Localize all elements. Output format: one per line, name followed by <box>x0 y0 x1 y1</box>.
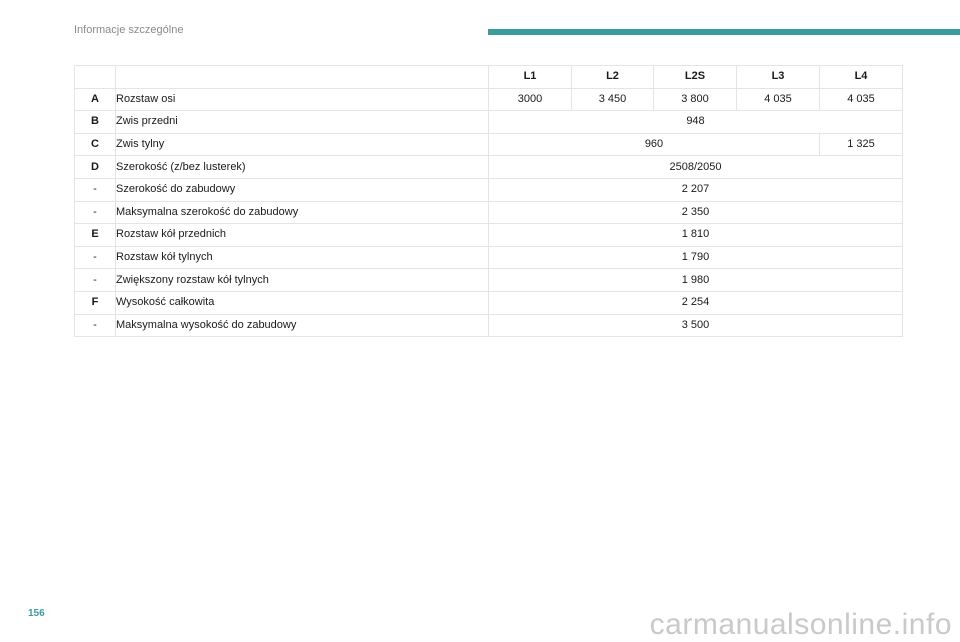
row-value: 948 <box>488 110 903 134</box>
table-row: - Maksymalna wysokość do zabudowy 3 500 <box>74 313 903 338</box>
row-value: 3 500 <box>488 313 903 338</box>
table-row: B Zwis przedni 948 <box>74 110 903 134</box>
row-label: Szerokość do zabudowy <box>115 177 489 202</box>
row-value: 4 035 <box>819 87 903 112</box>
row-label: Zwis przedni <box>115 110 489 134</box>
table-row: D Szerokość (z/bez lusterek) 2508/2050 <box>74 155 903 179</box>
table-row: - Rozstaw kół tylnych 1 790 <box>74 245 903 270</box>
row-label: Zwiększony rozstaw kół tylnych <box>115 268 489 292</box>
row-value: 1 810 <box>488 223 903 247</box>
row-value: 3 800 <box>653 87 737 112</box>
row-value: 960 <box>488 132 820 157</box>
column-header-l2: L2 <box>571 65 654 89</box>
row-code: A <box>74 87 116 112</box>
row-code: - <box>74 200 116 225</box>
row-code: B <box>74 110 116 134</box>
row-code: D <box>74 155 116 179</box>
row-label: Rozstaw kół tylnych <box>115 245 489 270</box>
table-header-row: L1 L2 L2S L3 L4 <box>74 65 903 89</box>
row-value: 4 035 <box>736 87 820 112</box>
row-label: Rozstaw kół przednich <box>115 223 489 247</box>
header-empty-code <box>74 65 116 89</box>
table-row: E Rozstaw kół przednich 1 810 <box>74 223 903 247</box>
row-value: 1 790 <box>488 245 903 270</box>
row-label: Zwis tylny <box>115 132 489 157</box>
row-code: E <box>74 223 116 247</box>
table-row: F Wysokość całkowita 2 254 <box>74 290 903 315</box>
row-label: Rozstaw osi <box>115 87 489 112</box>
section-title: Informacje szczególne <box>74 24 184 36</box>
table-row: C Zwis tylny 960 1 325 <box>74 132 903 157</box>
table-row: - Szerokość do zabudowy 2 207 <box>74 177 903 202</box>
column-header-l4: L4 <box>819 65 903 89</box>
column-header-l1: L1 <box>488 65 572 89</box>
row-value: 2508/2050 <box>488 155 903 179</box>
table-row: A Rozstaw osi 3000 3 450 3 800 4 035 4 0… <box>74 87 903 112</box>
row-code: - <box>74 313 116 338</box>
row-code: F <box>74 290 116 315</box>
column-header-l2s: L2S <box>653 65 737 89</box>
row-value: 2 207 <box>488 177 903 202</box>
row-value: 3 450 <box>571 87 654 112</box>
row-value: 1 325 <box>819 132 903 157</box>
row-label: Maksymalna szerokość do zabudowy <box>115 200 489 225</box>
header-empty-label <box>115 65 489 89</box>
table-row: - Zwiększony rozstaw kół tylnych 1 980 <box>74 268 903 292</box>
dimensions-table: L1 L2 L2S L3 L4 A Rozstaw osi 3000 3 450… <box>74 65 903 338</box>
accent-bar <box>488 29 960 35</box>
row-value: 2 350 <box>488 200 903 225</box>
watermark: carmanualsonline.info <box>649 608 952 641</box>
row-label: Wysokość całkowita <box>115 290 489 315</box>
row-value: 3000 <box>488 87 572 112</box>
row-code: - <box>74 245 116 270</box>
row-label: Maksymalna wysokość do zabudowy <box>115 313 489 338</box>
column-header-l3: L3 <box>736 65 820 89</box>
row-code: - <box>74 177 116 202</box>
row-value: 2 254 <box>488 290 903 315</box>
row-code: C <box>74 132 116 157</box>
row-code: - <box>74 268 116 292</box>
table-row: - Maksymalna szerokość do zabudowy 2 350 <box>74 200 903 225</box>
row-value: 1 980 <box>488 268 903 292</box>
page-number: 156 <box>28 608 45 619</box>
row-label: Szerokość (z/bez lusterek) <box>115 155 489 179</box>
